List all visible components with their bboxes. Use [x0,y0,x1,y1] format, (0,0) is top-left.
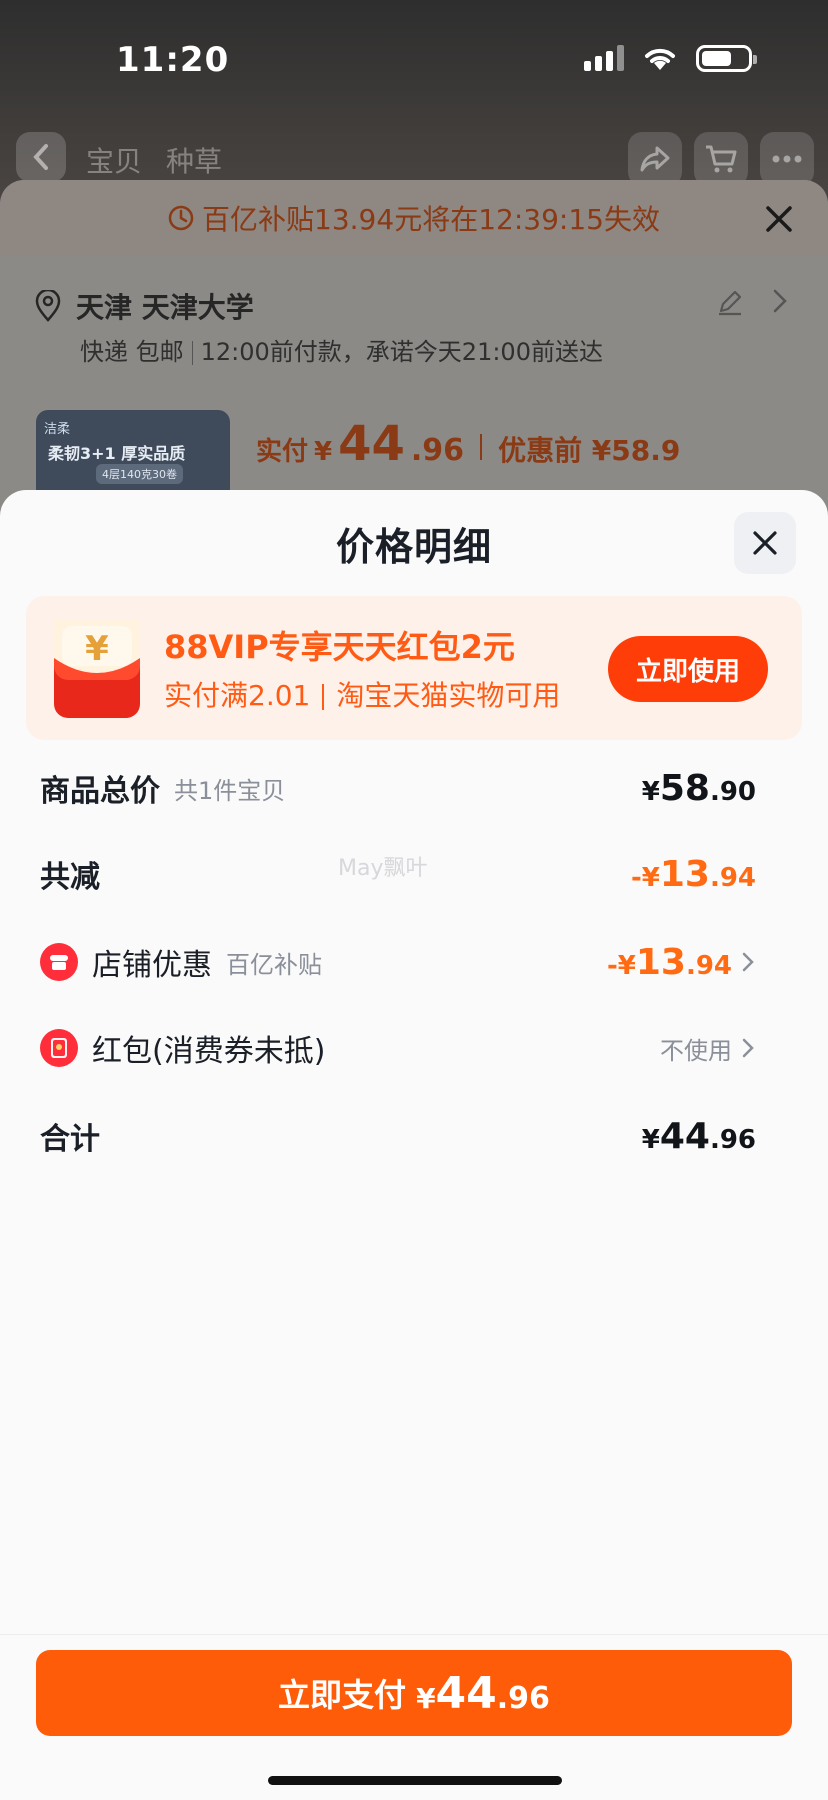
more-icon [772,155,802,163]
share-button[interactable] [628,132,682,186]
red-packet-value: 不使用 [660,1018,756,1078]
back-button[interactable] [16,132,66,182]
red-packet-status: 不使用 [660,1036,732,1065]
amount-decimal: .90 [709,776,756,807]
currency-symbol: ¥ [641,1124,660,1155]
row-sublabel: 百亿补贴 [226,950,322,979]
subsidy-notice: 百亿补贴13.94元将在12:39:15失效 [202,203,660,236]
product-headline: 柔韧3+1 厚实品质 [48,444,186,463]
delivery-promise: 12:00前付款，承诺今天21:00前送达 [200,338,603,366]
vip-scope: 淘宝天猫实物可用 [336,679,561,712]
vip-condition: 实付满2.01 [164,679,311,712]
row-label: 合计 [40,1122,100,1157]
use-now-button[interactable]: 立即使用 [608,636,768,702]
delivery-info: 快递 包邮 12:00前付款，承诺今天21:00前送达 [80,332,603,367]
red-packet-small-icon [40,1029,78,1067]
address-title: 天津 天津大学 [76,291,254,324]
share-icon [640,146,670,172]
close-icon [753,531,777,555]
amount-integer: 13 [635,941,686,983]
row-sublabel: 共1件宝贝 [174,776,286,805]
address-row[interactable]: 天津 天津大学 [34,286,254,326]
order-confirm-sheet: 百亿补贴13.94元将在12:39:15失效 天津 天津大学 快递 包邮 12:0… [0,180,828,520]
vip-banner-title: 88VIP专享天天红包2元 [164,628,515,666]
row-label: 共减 [40,860,100,895]
home-indicator [268,1776,562,1785]
currency-symbol: -¥ [630,862,660,893]
amount-decimal: .94 [709,862,756,893]
close-icon[interactable] [760,200,798,238]
original-price: 优惠前 ¥58.9 [498,434,681,467]
red-packet-row[interactable]: 红包(消费券未抵) 不使用 [40,1018,756,1078]
price-detail-sheet: 价格明细 ¥ 88VIP专享天天红包2元 实付满2.01 淘宝天猫实物可用 立即使… [0,490,828,1800]
amount-integer: 58 [659,767,710,809]
product-brand-tag: 洁柔 [44,422,71,437]
nav-tabs: 宝贝 种草 [86,140,222,180]
store-discount-row[interactable]: 店铺优惠 百亿补贴 -¥ 13.94 [40,932,756,992]
cellular-signal-icon [584,45,624,71]
red-packet-icon: ¥ [54,620,140,718]
sheet-title: 价格明细 [335,525,492,569]
store-icon [40,943,78,981]
price-integer: 44 [338,416,405,472]
status-icons [584,44,757,72]
status-bar: 11:20 [0,0,828,120]
footer-divider [0,1634,828,1635]
tab-seeding[interactable]: 种草 [166,140,222,180]
price-decimal: .96 [410,433,465,468]
grand-total-row: 合计 ¥44.96 [40,1106,756,1166]
chevron-right-icon[interactable] [772,288,788,314]
chevron-right-icon [742,952,754,972]
currency-symbol: ¥ [314,437,333,467]
paid-price-line: 实付 ¥ 44.96 优惠前 ¥58.9 [256,416,680,472]
watermark: May飘叶 [338,856,428,881]
svg-text:¥: ¥ [85,629,109,669]
delivery-method: 快递 包邮 [80,338,184,366]
address-tools [716,288,788,316]
row-label: 店铺优惠 [92,948,212,983]
nav-actions [628,132,814,186]
more-button[interactable] [760,132,814,186]
vip-red-packet-banner: ¥ 88VIP专享天天红包2元 实付满2.01 淘宝天猫实物可用 立即使用 [26,596,802,740]
currency-symbol: ¥ [641,776,660,807]
product-nav-bar: 宝贝 种草 [0,128,828,188]
amount-integer: 44 [435,1667,497,1719]
cart-icon [706,145,737,173]
goods-total-amount: ¥58.90 [642,758,756,818]
edit-icon[interactable] [716,288,744,316]
subsidy-countdown-bar: 百亿补贴13.94元将在12:39:15失效 [0,180,828,256]
amount-decimal: .96 [496,1680,550,1716]
amount-integer: 13 [659,853,710,895]
tab-item[interactable]: 宝贝 [86,140,142,180]
pay-now-button[interactable]: 立即支付 ¥44.96 [36,1650,792,1736]
amount-decimal: .96 [709,1124,756,1155]
amount-integer: 44 [659,1115,710,1157]
pay-button-label: 立即支付 [278,1676,407,1714]
row-label: 红包(消费券未抵) [92,1034,326,1069]
clock-icon [168,205,194,231]
goods-total-row: 商品总价 共1件宝贝 ¥58.90 [40,758,756,818]
vip-banner-subtitle: 实付满2.01 淘宝天猫实物可用 [164,674,560,714]
currency-symbol: ¥ [416,1681,436,1715]
battery-icon [696,44,757,72]
chevron-left-icon [33,144,48,170]
grand-total-amount: ¥44.96 [642,1106,756,1166]
cart-button[interactable] [694,132,748,186]
amount-decimal: .94 [685,950,732,981]
store-discount-amount: -¥ 13.94 [607,932,756,992]
location-pin-icon [35,290,61,322]
product-spec: 4层140克30卷 [96,464,183,484]
currency-symbol: -¥ [606,950,636,981]
paid-label: 实付 [256,437,309,467]
row-label: 商品总价 [40,774,160,809]
wifi-icon [645,48,675,70]
chevron-right-icon [742,1038,754,1058]
total-discount-amount: -¥ 13.94 [631,844,756,904]
close-button[interactable] [734,512,796,574]
status-time: 11:20 [116,40,230,80]
